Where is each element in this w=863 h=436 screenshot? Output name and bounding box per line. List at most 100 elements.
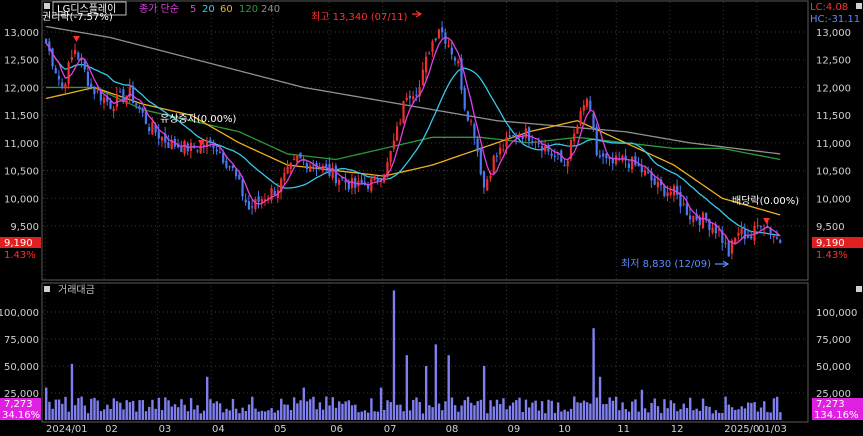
volume-bar (318, 402, 322, 420)
candle-down (299, 152, 302, 159)
volume-bar (531, 402, 534, 420)
volume-bar (228, 410, 231, 420)
volume-bars-group (45, 290, 782, 420)
candle-up (544, 145, 547, 152)
candle-up (112, 108, 115, 112)
volume-bar (737, 409, 740, 420)
volume-bar (463, 400, 466, 420)
candle-down (750, 236, 753, 239)
volume-checkbox[interactable] (44, 286, 50, 292)
rights-arrow-icon (73, 36, 80, 42)
volume-bar (138, 400, 141, 420)
candle-down (376, 178, 379, 181)
volume-bar (701, 398, 705, 420)
candle-down (602, 153, 605, 157)
volume-bar (730, 407, 734, 420)
volume-bar (505, 409, 508, 420)
candle-up (260, 199, 263, 203)
x-tick-label: 04 (212, 424, 225, 435)
volume-bar (479, 399, 483, 420)
candle-down (215, 149, 218, 152)
candle-down (238, 174, 241, 180)
volume-bar (296, 403, 299, 420)
candle-down (515, 134, 518, 138)
volume-bar (556, 402, 560, 420)
x-tick-label: 07 (384, 424, 397, 435)
candle-up (489, 175, 492, 179)
candle-down (257, 196, 260, 202)
volume-bar (521, 412, 524, 420)
volume-bar (524, 399, 528, 420)
volume-bar (631, 401, 634, 420)
candle-up (70, 57, 73, 60)
volume-bar (67, 411, 70, 420)
volume-bar (640, 389, 644, 420)
price-tick-left: 11,500 (4, 111, 39, 122)
candle-up (373, 175, 376, 181)
candle-down (779, 239, 782, 244)
x-tick-label: 2025/0 (724, 424, 759, 435)
volume-pct-left: 34.16% (2, 410, 40, 421)
volume-bar (611, 400, 615, 420)
volume-bar (460, 405, 463, 420)
volume-tick-left: 75,000 (4, 335, 39, 346)
volume-bar (51, 408, 54, 420)
volume-bar (347, 400, 351, 420)
candle-down (157, 131, 160, 139)
candle-up (437, 29, 441, 39)
candle-down (148, 127, 151, 131)
candle-up (431, 41, 434, 52)
legend-checkbox[interactable] (44, 3, 50, 9)
volume-bar (441, 410, 444, 420)
volume-bar (341, 403, 344, 420)
volume-bar (637, 411, 640, 420)
candle-down (775, 237, 779, 239)
candle-down (653, 177, 656, 185)
volume-bar (344, 401, 347, 420)
candle-up (292, 158, 296, 161)
volume-bar (437, 403, 441, 420)
candle-down (495, 155, 498, 157)
price-tick-right: 10,000 (816, 194, 851, 205)
candle-down (218, 151, 222, 153)
price-panel-settings[interactable] (856, 3, 862, 9)
volume-bar (99, 411, 103, 420)
candle-up (115, 94, 119, 108)
candle-up (421, 69, 424, 86)
x-tick-label: 12 (671, 424, 684, 435)
volume-bar (321, 409, 325, 420)
volume-bar (334, 407, 338, 420)
candle-up (64, 83, 67, 89)
volume-bar (135, 411, 138, 420)
legend-ma20: 20 (202, 4, 215, 15)
volume-bar (45, 387, 48, 420)
volume-bar (643, 408, 647, 420)
volume-tick-right: 75,000 (816, 335, 851, 346)
volume-panel-settings[interactable] (856, 286, 862, 292)
volume-bar (399, 404, 402, 420)
legend-ma120: 120 (239, 4, 258, 15)
volume-bar (254, 408, 257, 420)
volume-bar (434, 344, 438, 420)
price-tick-left: 12,500 (4, 56, 39, 67)
volume-bar (196, 405, 199, 420)
volume-bar (717, 412, 721, 420)
volume-bar (386, 400, 389, 420)
volume-bar (502, 398, 505, 420)
volume-bar (692, 410, 695, 420)
volume-bar (759, 407, 763, 420)
candle-down (251, 206, 254, 208)
volume-bar (315, 409, 318, 420)
volume-bar (621, 402, 624, 420)
price-tick-left: 10,500 (4, 167, 39, 178)
volume-bar (515, 400, 518, 420)
candle-up (576, 126, 579, 134)
volume-bar (775, 396, 779, 420)
low-arrow-icon (715, 260, 730, 268)
volume-bar (193, 409, 196, 420)
volume-bar (238, 413, 241, 420)
volume-bar (766, 412, 769, 420)
volume-bar (395, 404, 399, 420)
candle-up (296, 155, 299, 163)
candle-down (563, 165, 566, 167)
